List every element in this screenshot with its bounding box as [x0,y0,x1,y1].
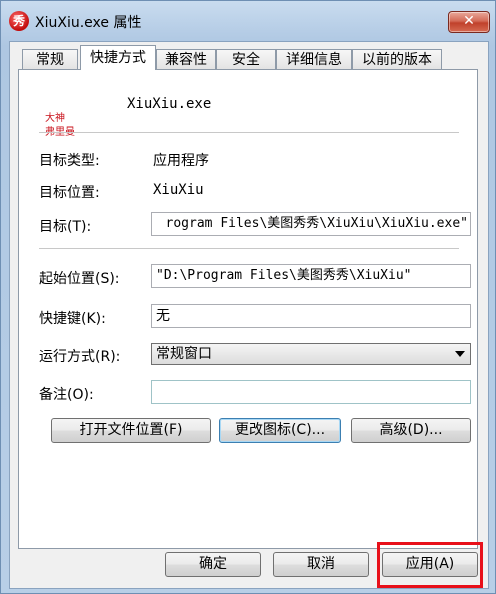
close-button[interactable]: ✕ [448,11,490,33]
target-type-value: 应用程序 [153,153,209,169]
window-title: XiuXiu.exe 属性 [35,15,142,31]
chevron-down-icon [455,351,465,357]
properties-window: 秀 XiuXiu.exe 属性 ✕ 常规 快捷方式 兼容性 安全 详细信息 以前… [0,0,496,594]
target-location-label: 目标位置: [39,185,100,201]
target-type-label: 目标类型: [39,153,100,169]
target-label: 目标(T): [39,219,92,235]
divider [39,248,459,249]
tab-shortcut[interactable]: 快捷方式 [80,45,156,70]
divider [39,132,459,133]
shortcut-panel: 大神 弗里曼 XiuXiu.exe 目标类型: 应用程序 目标位置: XiuXi… [18,69,478,549]
dialog-client: 常规 快捷方式 兼容性 安全 详细信息 以前的版本 大神 弗里曼 XiuXiu.… [9,41,489,589]
shortcut-name: XiuXiu.exe [127,96,212,112]
change-icon-button[interactable]: 更改图标(C)... [219,418,341,443]
apply-highlight-box [377,542,483,588]
icon-text-line2: 弗里曼 [45,126,85,140]
tab-details[interactable]: 详细信息 [276,49,352,69]
target-location-value: XiuXiu [153,182,204,198]
hotkey-input[interactable]: 无 [151,304,471,328]
tab-general[interactable]: 常规 [22,49,78,69]
shortcut-icon: 大神 弗里曼 [45,112,85,140]
open-file-location-button[interactable]: 打开文件位置(F) [51,418,211,443]
app-icon: 秀 [9,11,29,31]
tab-previous-versions[interactable]: 以前的版本 [352,49,442,69]
hotkey-label: 快捷键(K): [39,311,106,327]
icon-text-line1: 大神 [45,113,65,124]
start-in-label: 起始位置(S): [39,271,120,287]
tab-security[interactable]: 安全 [216,49,276,69]
start-in-input[interactable]: "D:\Program Files\美图秀秀\XiuXiu" [151,264,471,288]
cancel-button[interactable]: 取消 [273,552,369,577]
comment-input[interactable] [151,380,471,404]
advanced-button[interactable]: 高级(D)... [351,418,471,443]
run-label: 运行方式(R): [39,349,121,365]
comment-label: 备注(O): [39,387,94,403]
target-input[interactable]: rogram Files\美图秀秀\XiuXiu\XiuXiu.exe" [151,212,471,236]
title-bar[interactable]: 秀 XiuXiu.exe 属性 ✕ [1,1,495,39]
tab-compatibility[interactable]: 兼容性 [156,49,216,69]
ok-button[interactable]: 确定 [165,552,261,577]
run-mode-value: 常规窗口 [156,346,212,362]
run-mode-select[interactable]: 常规窗口 [151,343,471,365]
